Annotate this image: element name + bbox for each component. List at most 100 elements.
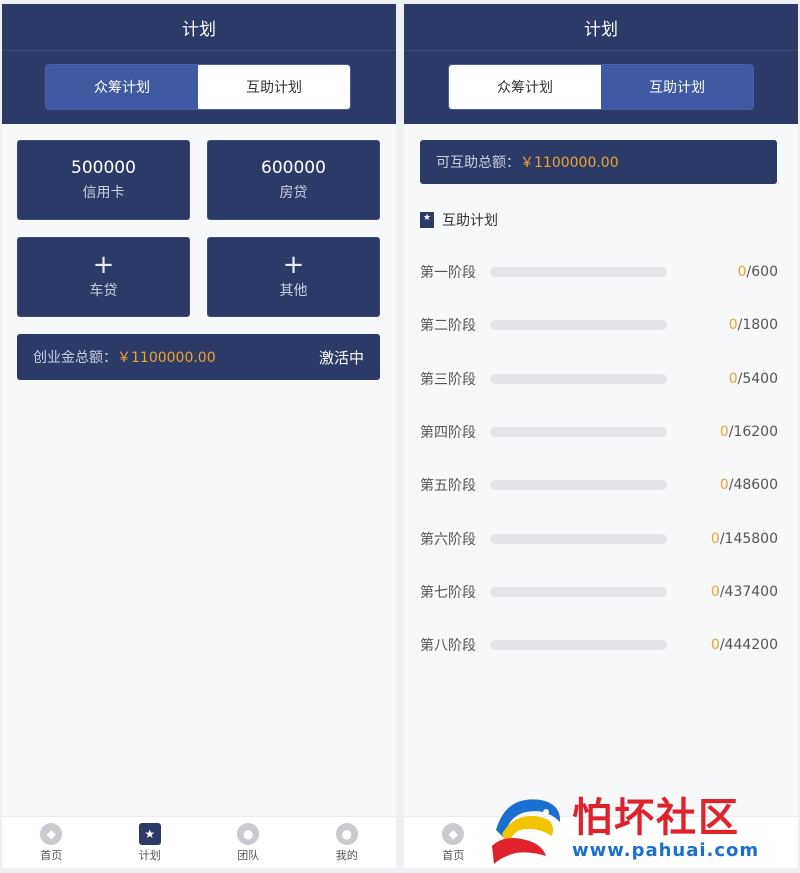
tab-crowdfunding[interactable]: 众筹计划 (449, 65, 601, 109)
page-title: 计划 (2, 4, 396, 51)
plan-tab-switcher: 众筹计划 互助计划 (45, 64, 351, 110)
stage-total: /16200 (728, 423, 778, 440)
stage-value: 0/5400 (667, 371, 778, 387)
nav-label: 计划 (138, 848, 161, 862)
stage-row: 第七阶段 0/437400 (420, 582, 778, 602)
stage-current: 0 (719, 423, 729, 440)
nav-label: 团队 (237, 848, 260, 862)
page-title: 计划 (404, 4, 798, 51)
nav-mine[interactable]: ● 我的 (298, 817, 397, 868)
stage-row: 第四阶段 0/16200 (420, 422, 778, 442)
card-label: 其他 (279, 283, 308, 299)
bottom-nav: ◆ 首页 ★ 计划 ● 团队 ● 我的 (2, 816, 396, 868)
stage-current: 0 (710, 530, 720, 547)
mutual-aid-total-bar: 可互助总额： ￥1100000.00 (420, 140, 777, 184)
stage-progress-bar (490, 586, 667, 597)
stage-progress-bar (490, 533, 667, 544)
stage-value: 0/145800 (667, 531, 778, 547)
card-other[interactable]: + 其他 (207, 237, 380, 317)
plan-star-icon: ★ (138, 822, 161, 845)
stage-progress-bar (490, 267, 667, 277)
card-label: 车贷 (89, 283, 118, 299)
home-icon: ◆ (40, 822, 63, 845)
stage-progress-bar (490, 426, 667, 437)
stage-value: 0/600 (667, 264, 778, 280)
stage-name: 第七阶段 (420, 584, 476, 601)
plus-icon: + (282, 250, 305, 280)
stage-current: 0 (737, 264, 747, 280)
plan-tab-switcher: 众筹计划 互助计划 (448, 64, 754, 110)
stage-name: 第三阶段 (420, 371, 476, 388)
fish-logo-icon (486, 790, 566, 866)
card-value: 600000 (261, 158, 326, 178)
watermark-brand: 怕坏社区 (572, 794, 740, 841)
total-amount: ￥1100000.00 (117, 350, 216, 366)
tab-mutual-aid[interactable]: 互助计划 (601, 65, 753, 109)
card-credit-card[interactable]: 500000 信用卡 (17, 140, 190, 220)
stage-name: 第五阶段 (420, 478, 476, 495)
stage-name: 第一阶段 (420, 265, 476, 281)
tab-mutual-aid[interactable]: 互助计划 (198, 65, 350, 109)
stage-value: 0/16200 (667, 424, 778, 440)
tab-crowdfunding[interactable]: 众筹计划 (46, 65, 198, 109)
stage-progress-bar (490, 480, 667, 491)
stage-total: /437400 (719, 583, 778, 600)
stage-row: 第一阶段 0/600 (420, 262, 778, 282)
watermark-url: www.pahuai.com (572, 839, 760, 861)
section-title-text: 互助计划 (442, 213, 498, 229)
home-icon: ◆ (442, 822, 465, 845)
stage-row: 第八阶段 0/444200 (420, 635, 778, 655)
stage-total: /5400 (737, 370, 778, 387)
card-car-loan[interactable]: + 车贷 (17, 237, 190, 317)
user-icon: ● (335, 822, 358, 845)
stage-total: /48600 (728, 477, 778, 494)
stage-total: /145800 (719, 530, 778, 547)
nav-team[interactable]: ● 团队 (199, 817, 298, 868)
stage-name: 第二阶段 (420, 318, 476, 335)
stage-name: 第六阶段 (420, 531, 476, 548)
total-amount: ￥1100000.00 (520, 155, 619, 171)
nav-label: 首页 (40, 848, 63, 862)
nav-plan[interactable]: ★ 计划 (101, 817, 200, 868)
nav-home[interactable]: ◆ 首页 (2, 817, 101, 868)
plan-screen-crowdfunding: 计划 众筹计划 互助计划 500000 信用卡 600000 房贷 + 车贷 +… (2, 4, 396, 868)
total-label: 可互助总额： (436, 155, 520, 171)
card-mortgage[interactable]: 600000 房贷 (207, 140, 380, 220)
stage-row: 第三阶段 0/5400 (420, 369, 778, 389)
stage-value: 0/437400 (667, 584, 778, 600)
stage-row: 第五阶段 0/48600 (420, 475, 778, 495)
bookmark-star-icon: ★ (420, 212, 434, 228)
card-label: 信用卡 (82, 185, 125, 201)
card-value: 500000 (71, 158, 136, 178)
stage-row: 第二阶段 0/1800 (420, 315, 778, 335)
stage-current: 0 (710, 583, 720, 600)
watermark: 怕坏社区 www.pahuai.com (486, 790, 796, 866)
stage-current: 0 (710, 637, 720, 654)
card-label: 房贷 (279, 185, 308, 201)
stage-progress-bar (490, 373, 667, 384)
stage-progress-bar (490, 320, 667, 331)
activation-status[interactable]: 激活中 (319, 347, 364, 368)
stage-total: /1800 (737, 317, 778, 334)
plus-icon: + (92, 250, 115, 280)
plan-screen-mutual-aid: 计划 众筹计划 互助计划 可互助总额： ￥1100000.00 ★ 互助计划 第… (404, 4, 798, 868)
startup-fund-total-bar: 创业金总额： ￥1100000.00 激活中 (17, 334, 380, 380)
stage-current: 0 (728, 317, 738, 334)
stage-value: 0/48600 (667, 477, 778, 493)
watermark-text: 怕坏社区 www.pahuai.com (572, 796, 759, 861)
stage-name: 第四阶段 (420, 424, 476, 441)
section-title: ★ 互助计划 (420, 210, 498, 230)
stage-current: 0 (719, 477, 729, 494)
team-icon: ● (237, 822, 260, 845)
nav-label: 首页 (442, 848, 465, 862)
stage-name: 第八阶段 (420, 638, 476, 655)
stage-total: /444200 (719, 637, 778, 654)
nav-label: 我的 (335, 848, 358, 862)
stage-progress-bar (490, 640, 667, 651)
stage-current: 0 (728, 370, 738, 387)
stage-total: /600 (746, 264, 778, 280)
stage-row: 第六阶段 0/145800 (420, 529, 778, 549)
stage-value: 0/444200 (667, 637, 778, 653)
total-label: 创业金总额： (33, 350, 117, 366)
stage-value: 0/1800 (667, 317, 778, 333)
